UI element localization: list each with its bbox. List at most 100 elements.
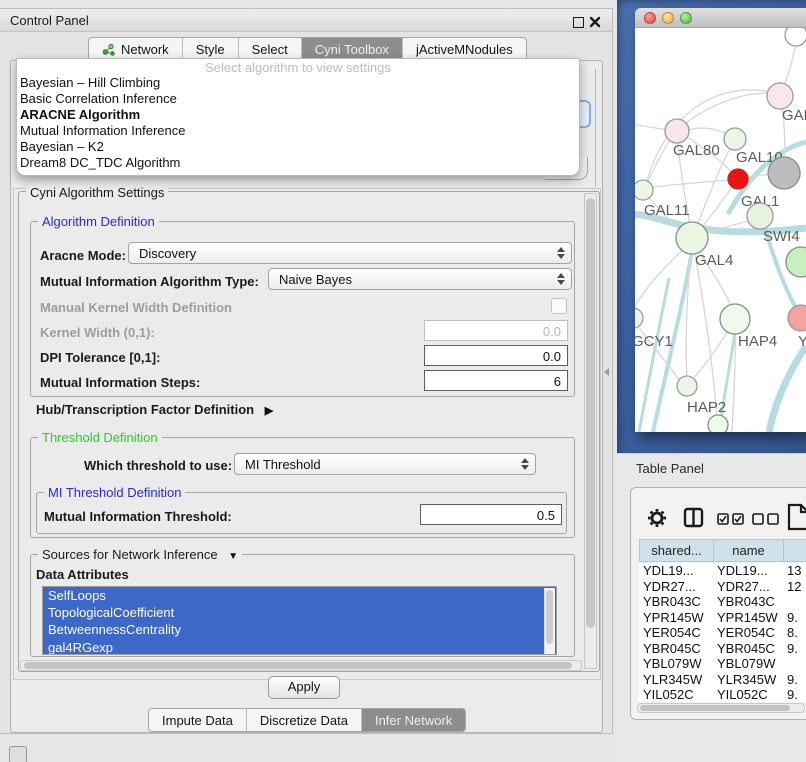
table-row[interactable]: YBL079WYBL079W <box>639 656 806 672</box>
float-window-icon[interactable] <box>573 17 584 28</box>
table-cell[interactable]: 13 <box>783 563 806 579</box>
document-icon[interactable] <box>787 503 806 531</box>
network-node-hap4[interactable] <box>720 304 750 334</box>
scrollbar-thumb[interactable] <box>546 590 553 644</box>
table-cell[interactable]: YER054C <box>639 625 713 641</box>
table-cell[interactable]: 9. <box>783 672 806 688</box>
table-cell[interactable]: YIL052C <box>639 687 713 702</box>
network-node[interactable] <box>768 157 800 189</box>
minimized-panel-icon[interactable] <box>9 746 27 762</box>
network-node-gal11[interactable] <box>635 180 653 200</box>
network-node-hap2[interactable] <box>677 376 697 396</box>
table-cell[interactable]: YBL079W <box>713 656 783 672</box>
aracne-mode-select[interactable]: Discovery <box>128 242 572 264</box>
table-horizontal-scrollbar[interactable] <box>637 703 805 713</box>
algorithm-option[interactable]: Bayesian – K2 <box>17 139 579 155</box>
table-cell[interactable]: YER054C <box>713 625 783 641</box>
table-cell[interactable]: YDR27... <box>713 579 783 595</box>
mac-zoom-icon[interactable] <box>680 12 692 24</box>
column-header-partial[interactable] <box>783 539 806 562</box>
network-node[interactable] <box>786 247 806 277</box>
table-cell[interactable]: 9. <box>783 610 806 626</box>
algorithm-option[interactable]: Mutual Information Inference <box>17 123 579 139</box>
table-cell[interactable]: YBR045C <box>639 641 713 657</box>
table-row[interactable]: YBR045CYBR045C9. <box>639 641 806 657</box>
table-cell[interactable]: 9. <box>783 641 806 657</box>
algorithm-option[interactable]: Dream8 DC_TDC Algorithm <box>17 155 579 171</box>
mac-close-icon[interactable] <box>644 12 656 24</box>
table-cell[interactable]: YDL19... <box>713 563 783 579</box>
table-cell[interactable]: YLR345W <box>639 672 713 688</box>
network-window-titlebar[interactable] <box>635 8 806 28</box>
select-all-columns-icon[interactable] <box>717 513 744 525</box>
mac-minimize-icon[interactable] <box>662 12 674 24</box>
apply-button[interactable]: Apply <box>268 676 340 699</box>
table-cell[interactable]: YBL079W <box>639 656 713 672</box>
tab-jactivemnodules[interactable]: jActiveMNodules <box>403 38 526 60</box>
network-node-gcy1[interactable] <box>635 308 643 328</box>
table-cell[interactable]: YPR145W <box>713 610 783 626</box>
table-cell[interactable]: YLR345W <box>713 672 783 688</box>
table-cell[interactable]: YBR043C <box>713 594 783 610</box>
table-cell[interactable]: 12 <box>783 579 806 595</box>
tab-select[interactable]: Select <box>239 38 302 60</box>
network-node-gal10[interactable] <box>724 128 746 150</box>
attribute-list-item[interactable]: BetweennessCentrality <box>43 621 556 638</box>
table-row[interactable]: YPR145WYPR145W9. <box>639 610 806 626</box>
table-row[interactable]: YLR345WYLR345W9. <box>639 672 806 688</box>
table-cell[interactable] <box>783 594 806 610</box>
table-row[interactable]: YDR27...YDR27...12 <box>639 579 806 595</box>
table-cell[interactable]: YDL19... <box>639 563 713 579</box>
network-node-gal[interactable] <box>767 83 793 109</box>
tab-discretize-data[interactable]: Discretize Data <box>247 709 362 731</box>
attribute-list-item[interactable]: SelfLoops <box>43 587 556 604</box>
mi-algorithm-type-select[interactable]: Naive Bayes <box>268 268 572 290</box>
scrollbar-thumb[interactable] <box>640 705 790 711</box>
gear-icon[interactable] <box>648 509 666 527</box>
network-node[interactable] <box>785 28 806 46</box>
close-icon[interactable] <box>589 16 601 28</box>
sources-group-title[interactable]: Sources for Network Inference ▼ <box>38 547 242 562</box>
table-row[interactable]: YIL052CYIL052C9. <box>639 687 806 702</box>
table-cell[interactable] <box>783 656 806 672</box>
network-node-y[interactable] <box>788 305 806 331</box>
network-canvas[interactable]: GALGAL80GAL10GAL1GAL11SWI4GAL4GCY1HAP4YH… <box>635 28 806 432</box>
network-node-swi4[interactable] <box>747 203 773 229</box>
table-cell[interactable]: 9. <box>783 687 806 702</box>
column-header-name[interactable]: name <box>713 539 783 562</box>
table-cell[interactable]: YPR145W <box>639 610 713 626</box>
tab-impute-data[interactable]: Impute Data <box>149 709 247 731</box>
table-cell[interactable]: YIL052C <box>713 687 783 702</box>
panel-divider-handle[interactable] <box>604 368 609 376</box>
mi-steps-field[interactable]: 6 <box>424 370 568 391</box>
tab-network[interactable]: Network <box>89 38 183 60</box>
table-row[interactable]: YER054CYER054C8. <box>639 625 806 641</box>
network-node-gal1[interactable] <box>728 169 748 189</box>
table-cell[interactable]: YBR045C <box>713 641 783 657</box>
dpi-tolerance-field[interactable]: 0.0 <box>424 345 568 366</box>
split-columns-icon[interactable] <box>683 507 704 528</box>
attribute-list-item[interactable]: gal4RGexp <box>43 639 556 655</box>
algorithm-option[interactable]: Bayesian – Hill Climbing <box>17 75 579 91</box>
table-row[interactable]: YDL19...YDL19...13 <box>639 563 806 579</box>
list-vertical-scrollbar[interactable] <box>544 588 555 654</box>
mi-threshold-field[interactable]: 0.5 <box>420 504 562 525</box>
network-node-gal4[interactable] <box>676 222 708 254</box>
table-row[interactable]: YBR043CYBR043C <box>639 594 806 610</box>
table-cell[interactable]: 8. <box>783 625 806 641</box>
tab-cyni-toolbox[interactable]: Cyni Toolbox <box>302 38 403 60</box>
algorithm-option[interactable]: Basic Correlation Inference <box>17 91 579 107</box>
table-cell[interactable]: YBR043C <box>639 594 713 610</box>
table-cell[interactable]: YDR27... <box>639 579 713 595</box>
deselect-all-columns-icon[interactable] <box>752 513 779 525</box>
data-attributes-listbox[interactable]: SelfLoopsTopologicalCoefficientBetweenne… <box>42 586 557 655</box>
column-header-shared-name[interactable]: shared... <box>639 539 713 562</box>
tab-infer-network[interactable]: Infer Network <box>362 709 465 731</box>
network-node-gal80[interactable] <box>665 119 689 143</box>
hub-definition-toggle[interactable]: Hub/Transcription Factor Definition ▶ <box>36 402 273 417</box>
attribute-list-item[interactable]: TopologicalCoefficient <box>43 604 556 621</box>
which-threshold-select[interactable]: MI Threshold <box>234 453 536 475</box>
network-node[interactable] <box>708 415 728 432</box>
algorithm-option[interactable]: ARACNE Algorithm <box>17 107 579 123</box>
tab-style[interactable]: Style <box>183 38 239 60</box>
